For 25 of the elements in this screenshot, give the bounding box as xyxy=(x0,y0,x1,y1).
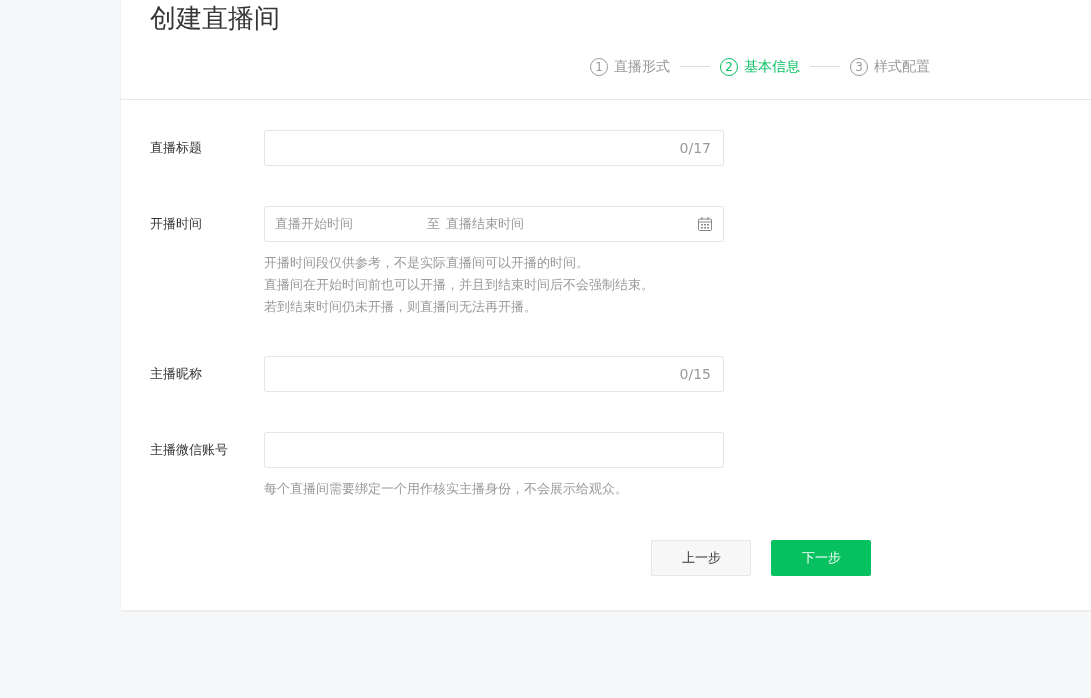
previous-step-button[interactable]: 上一步 xyxy=(651,540,751,576)
calendar-icon xyxy=(697,216,713,232)
step-label: 样式配置 xyxy=(874,57,930,76)
step-label: 直播形式 xyxy=(614,57,670,76)
range-separator: 至 xyxy=(427,215,440,234)
text-input-field[interactable] xyxy=(264,432,724,468)
date-range-field[interactable]: 直播开始时间 至 直播结束时间 xyxy=(264,206,724,242)
step-label: 基本信息 xyxy=(744,57,800,76)
field-label: 主播微信账号 xyxy=(150,441,229,459)
step-connector xyxy=(810,66,840,67)
character-counter: 0/15 xyxy=(679,364,711,384)
hint-text: 开播时间段仅供参考，不是实际直播间可以开播的时间。 xyxy=(264,254,590,272)
text-input-field[interactable]: 0/17 xyxy=(264,130,724,166)
field-label: 开播时间 xyxy=(150,215,203,233)
hint-text: 若到结束时间仍未开播，则直播间无法再开播。 xyxy=(264,298,538,316)
end-time-placeholder: 直播结束时间 xyxy=(446,215,525,234)
next-step-button[interactable]: 下一步 xyxy=(771,540,871,576)
page-title: 创建直播间 xyxy=(150,2,281,35)
text-input-field[interactable]: 0/15 xyxy=(264,356,724,392)
field-label: 主播昵称 xyxy=(150,365,203,383)
step-connector xyxy=(680,66,710,67)
field-label: 直播标题 xyxy=(150,139,203,157)
start-time-placeholder: 直播开始时间 xyxy=(275,215,354,234)
hint-text: 直播间在开始时间前也可以开播，并且到结束时间后不会强制结束。 xyxy=(264,276,655,294)
character-counter: 0/17 xyxy=(679,138,711,158)
